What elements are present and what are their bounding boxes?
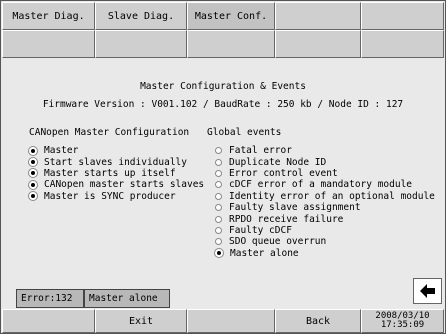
global-event-radio-item[interactable]: Duplicate Node ID: [215, 156, 435, 168]
radio-unselected-icon: [215, 215, 222, 223]
global-event-radio-label: Faulty cDCF: [229, 224, 292, 236]
exit-button[interactable]: Exit: [95, 309, 187, 333]
radio-selected-icon: [29, 158, 37, 167]
global-event-radio-label: Error control event: [229, 167, 338, 179]
bottom-empty-1[interactable]: [2, 309, 95, 333]
tab-empty-2[interactable]: [361, 2, 444, 30]
tab-master-diag[interactable]: Master Diag.: [2, 2, 95, 30]
global-event-radio-item[interactable]: RPDO receive failure: [215, 213, 435, 225]
tab-empty-4[interactable]: [95, 30, 187, 58]
global-event-radio-item[interactable]: cDCF error of a mandatory module: [215, 179, 435, 190]
time-text: 17:35:09: [380, 320, 425, 330]
radio-unselected-icon: [215, 226, 222, 234]
radio-unselected-icon: [215, 169, 222, 177]
global-event-radio-label: Fatal error: [229, 145, 292, 157]
global-event-radio-label: Identity error of an optional module: [229, 190, 435, 202]
global-event-radio-label: Faulty slave assignment: [229, 202, 361, 214]
radio-unselected-icon: [215, 181, 222, 189]
global-event-radio-label: SDO queue overrun: [229, 236, 327, 248]
global-event-radio-label: Master alone: [230, 247, 299, 259]
tab-empty-1[interactable]: [275, 2, 361, 30]
radio-selected-icon: [29, 146, 37, 155]
bottom-empty-2[interactable]: [187, 309, 275, 333]
master-config-radio-item[interactable]: Master is SYNC producer: [29, 191, 204, 202]
radio-selected-icon: [215, 249, 223, 258]
global-events-list: Fatal error Duplicate Node ID Error contro…: [215, 145, 435, 259]
master-config-heading: CANopen Master Configuration: [29, 127, 190, 138]
tab-empty-6[interactable]: [275, 30, 361, 58]
back-button[interactable]: Back: [275, 309, 361, 333]
radio-unselected-icon: [215, 192, 222, 200]
global-event-radio-item[interactable]: Faulty cDCF: [215, 225, 435, 236]
global-event-radio-item[interactable]: SDO queue overrun: [215, 236, 435, 247]
global-events-heading: Global events: [207, 127, 282, 138]
datetime-display: 2008/03/10 17:35:09: [361, 309, 444, 333]
global-event-radio-item[interactable]: Fatal error: [215, 145, 435, 156]
back-arrow-button[interactable]: [413, 278, 442, 304]
error-code-display: Error:132: [16, 289, 84, 308]
firmware-info: Firmware Version : V001.102 / BaudRate :…: [42, 99, 404, 110]
radio-unselected-icon: [215, 158, 222, 166]
master-config-radio-item[interactable]: Master starts up itself: [29, 168, 204, 179]
tab-master-conf[interactable]: Master Conf.: [187, 2, 275, 30]
master-config-radio-label: CANopen master starts slaves: [44, 179, 205, 191]
global-event-radio-label: RPDO receive failure: [229, 213, 344, 225]
master-config-radio-item[interactable]: CANopen master starts slaves: [29, 179, 204, 190]
global-event-radio-label: cDCF error of a mandatory module: [229, 179, 413, 191]
global-event-radio-item[interactable]: Faulty slave assignment: [215, 202, 435, 213]
radio-selected-icon: [29, 180, 37, 189]
bottom-bar: Exit Back 2008/03/10 17:35:09: [2, 309, 444, 333]
tab-slave-diag[interactable]: Slave Diag.: [95, 2, 187, 30]
master-config-radio-label: Master is SYNC producer: [44, 190, 176, 202]
radio-unselected-icon: [215, 238, 222, 246]
master-config-radio-label: Master starts up itself: [44, 167, 176, 179]
radio-selected-icon: [29, 169, 37, 178]
global-event-radio-item[interactable]: Master alone: [215, 248, 435, 259]
left-arrow-icon: [419, 284, 435, 298]
status-message-display: Master alone: [84, 289, 170, 308]
global-event-radio-item[interactable]: Identity error of an optional module: [215, 191, 435, 202]
master-config-radio-item[interactable]: Master: [29, 145, 204, 156]
tab-empty-7[interactable]: [361, 30, 444, 58]
master-config-radio-item[interactable]: Start slaves individually: [29, 156, 204, 168]
master-config-radio-label: Master: [44, 145, 79, 157]
page-title: Master Configuration & Events: [140, 81, 306, 92]
radio-selected-icon: [29, 192, 37, 201]
tab-empty-3[interactable]: [2, 30, 95, 58]
radio-unselected-icon: [215, 147, 222, 155]
global-event-radio-item[interactable]: Error control event: [215, 168, 435, 179]
global-event-radio-label: Duplicate Node ID: [229, 156, 327, 168]
tab-empty-5[interactable]: [187, 30, 275, 58]
tab-bar: Master Diag. Slave Diag. Master Conf.: [2, 2, 444, 58]
master-config-list: Master Start slaves individually Master st…: [29, 145, 204, 202]
master-config-radio-label: Start slaves individually: [44, 156, 187, 168]
radio-unselected-icon: [215, 204, 222, 212]
